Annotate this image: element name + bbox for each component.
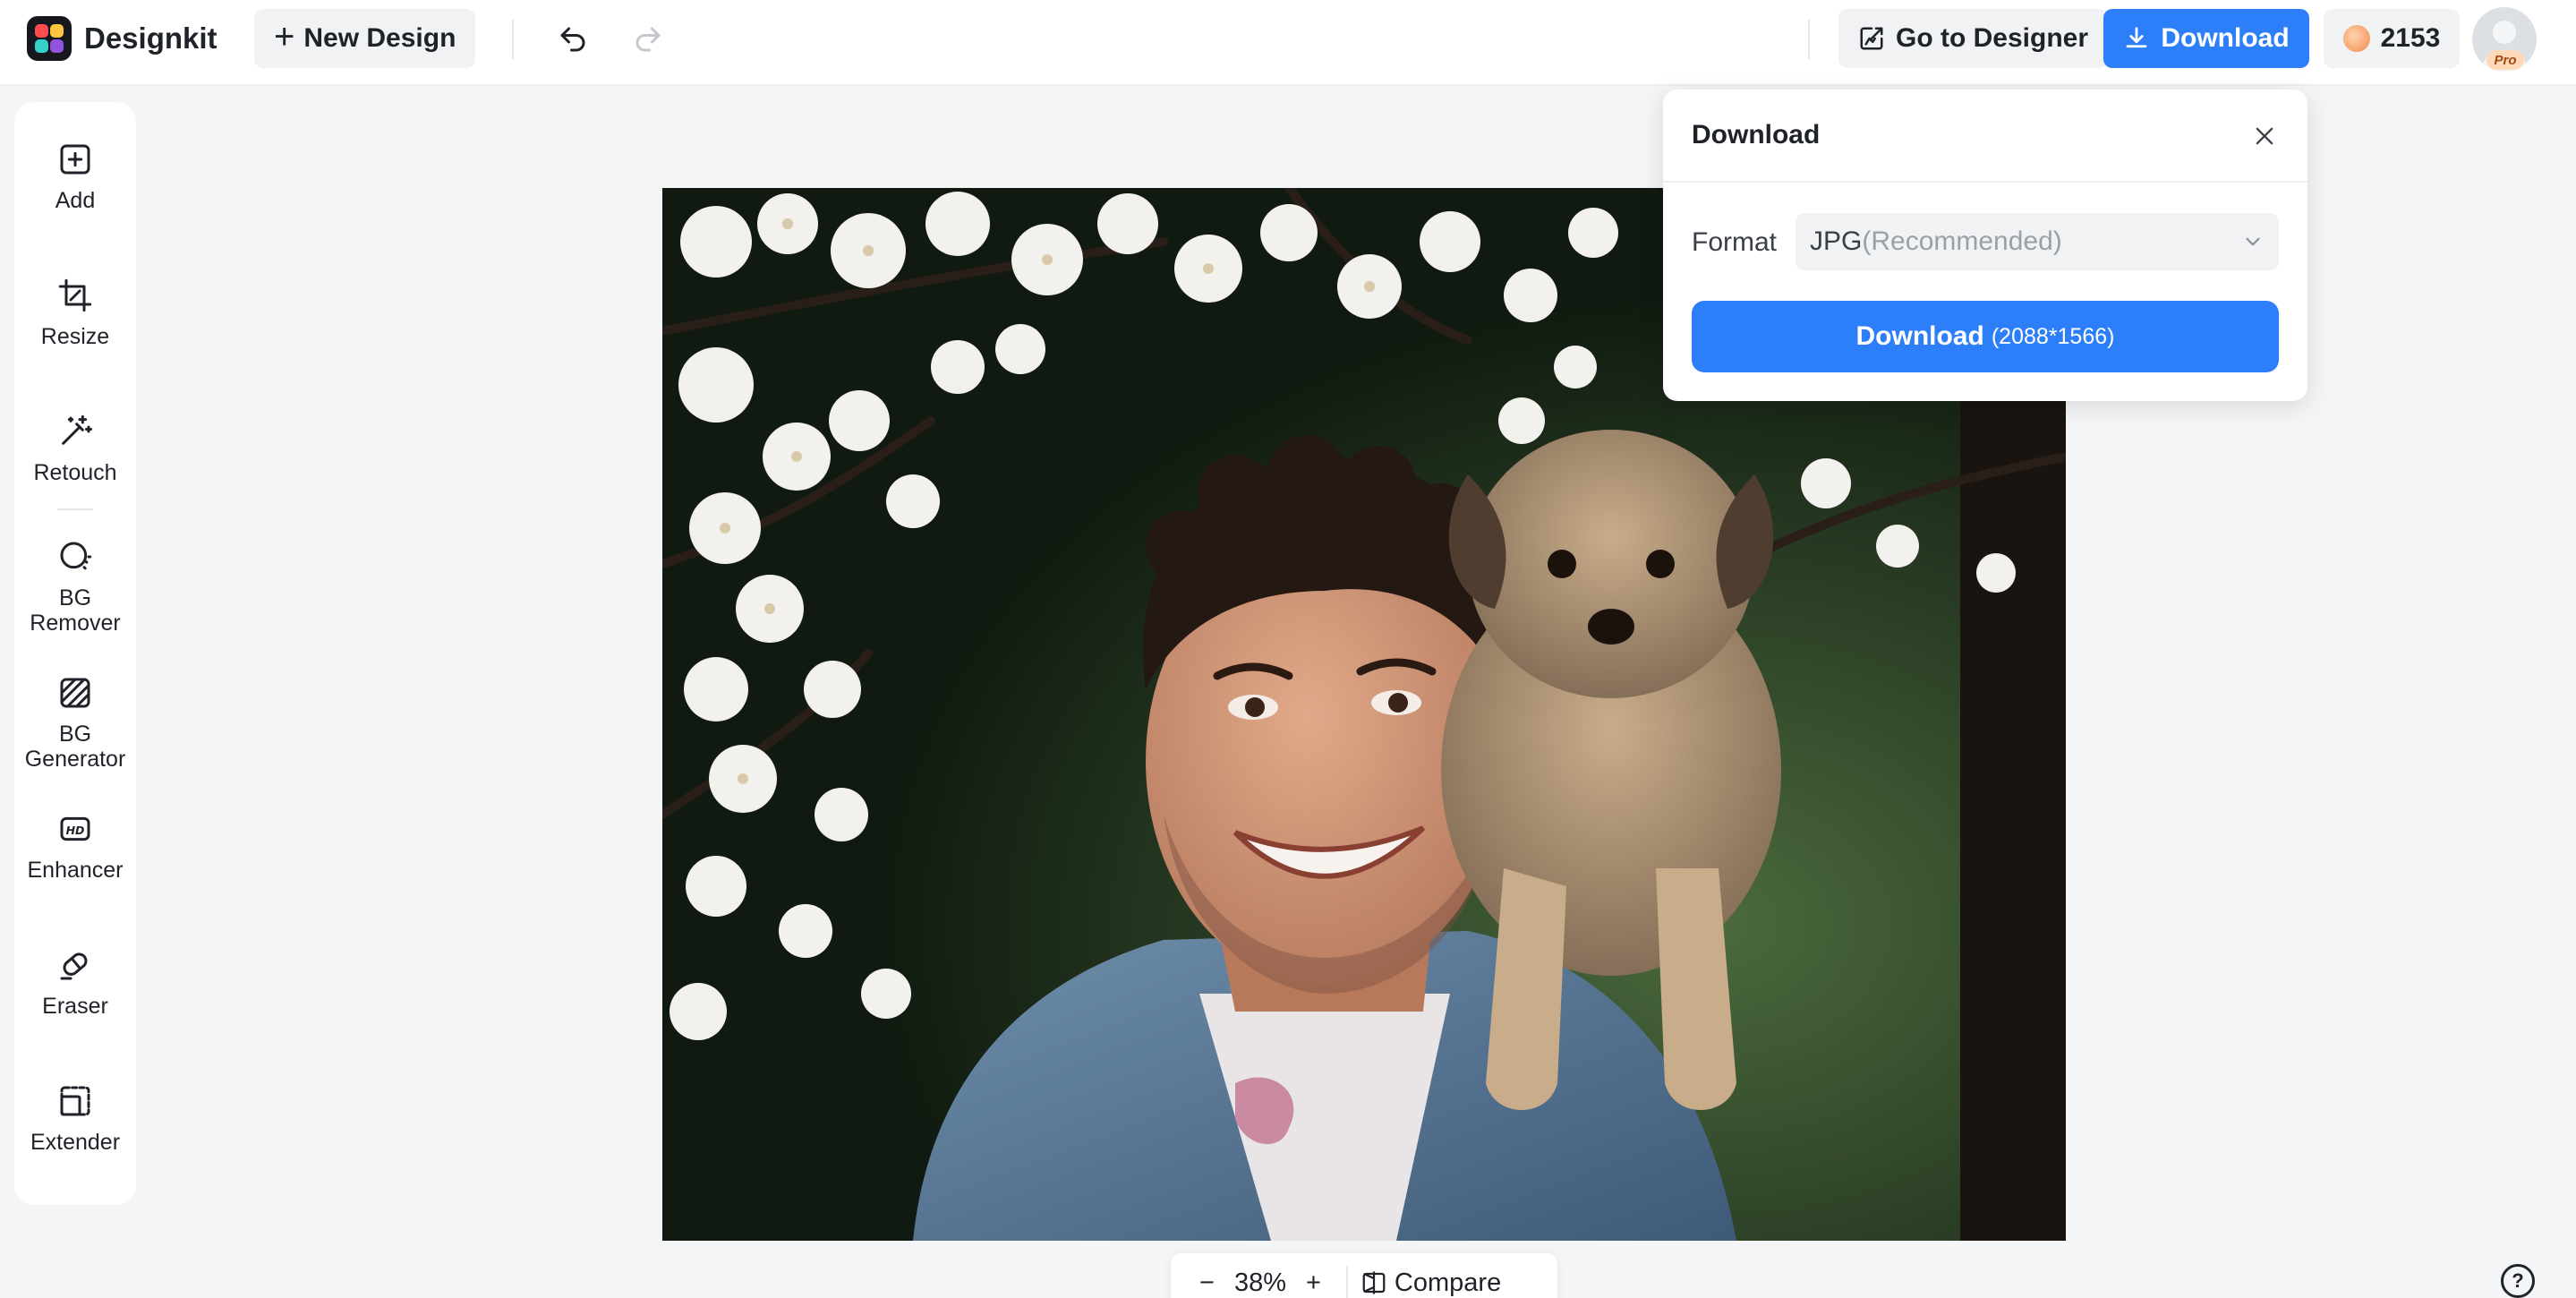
download-panel-title: Download <box>1692 120 1821 149</box>
format-select[interactable]: JPG (Recommended) <box>1796 213 2279 270</box>
zoom-level: 38% <box>1233 1268 1286 1297</box>
tool-divider <box>57 508 93 510</box>
tool-add[interactable]: Add <box>14 140 136 213</box>
plus-icon: + <box>274 16 295 56</box>
divider <box>512 20 514 59</box>
new-design-button[interactable]: + New Design <box>254 9 476 68</box>
go-to-designer-button[interactable]: Go to Designer <box>1838 9 2109 68</box>
zoom-bar: − 38% + Compare <box>1171 1253 1557 1298</box>
compare-icon <box>1362 1271 1386 1294</box>
download-panel: Download Format JPG (Recommended) Downlo… <box>1663 90 2307 401</box>
tool-label: Eraser <box>42 994 108 1019</box>
hd-icon: HD <box>55 809 95 849</box>
crop-icon <box>55 276 95 315</box>
bg-remover-icon <box>55 537 95 576</box>
compare-button[interactable]: Compare <box>1361 1268 1501 1298</box>
download-dimensions: (2088*1566) <box>1991 323 2115 349</box>
tool-label: Add <box>55 188 96 213</box>
format-hint: (Recommended) <box>1862 226 2062 256</box>
tool-retouch[interactable]: Retouch <box>14 412 136 485</box>
undo-button[interactable] <box>551 18 594 61</box>
tool-label: Enhancer <box>27 858 124 883</box>
credits-counter[interactable]: 2153 <box>2324 9 2460 68</box>
zoom-out-button[interactable]: − <box>1187 1268 1227 1298</box>
tool-enhancer[interactable]: HD Enhancer <box>14 809 136 883</box>
tool-resize[interactable]: Resize <box>14 276 136 349</box>
redo-icon <box>635 27 661 52</box>
extender-icon <box>55 1081 95 1121</box>
tool-label: Resize <box>40 324 110 349</box>
tool-label: BG Generator <box>24 722 126 772</box>
tool-label: Retouch <box>33 460 117 485</box>
redo-button[interactable] <box>627 18 670 61</box>
zoom-in-button[interactable]: + <box>1293 1268 1334 1298</box>
designer-icon <box>1860 27 1883 50</box>
chevron-down-icon <box>2246 237 2260 246</box>
download-label: Download <box>2161 23 2290 53</box>
confirm-download-label: Download <box>1855 321 1984 351</box>
confirm-download-button[interactable]: Download (2088*1566) <box>1692 301 2279 372</box>
download-button[interactable]: Download <box>2103 9 2309 68</box>
tool-extender[interactable]: Extender <box>14 1081 136 1155</box>
add-square-icon <box>55 140 95 179</box>
compare-label: Compare <box>1394 1268 1502 1297</box>
tool-label: Extender <box>30 1130 121 1155</box>
go-to-designer-label: Go to Designer <box>1896 23 2089 53</box>
divider <box>1345 1267 1348 1298</box>
app-name: Designkit <box>84 21 218 55</box>
close-icon <box>2256 127 2273 145</box>
svg-text:HD: HD <box>66 824 85 837</box>
download-panel-header: Download <box>1663 90 2307 183</box>
tool-bg-generator[interactable]: BG Generator <box>14 673 136 772</box>
top-bar: Designkit + New Design Go to Designer Do… <box>0 0 2576 86</box>
tool-label: BG Remover <box>30 585 121 636</box>
app-logo[interactable]: Designkit <box>27 16 218 61</box>
new-design-label: New Design <box>303 23 456 53</box>
magic-wand-icon <box>55 412 95 451</box>
bg-generator-icon <box>55 673 95 713</box>
format-label: Format <box>1692 227 1778 257</box>
eraser-icon <box>55 945 95 985</box>
divider <box>1808 20 1810 59</box>
format-value: JPG <box>1810 226 1863 256</box>
close-button[interactable] <box>2248 120 2281 152</box>
pro-badge: Pro <box>2486 50 2524 70</box>
coin-icon <box>2342 25 2370 52</box>
designkit-logo-icon <box>27 16 72 61</box>
tool-bg-remover[interactable]: BG Remover <box>14 537 136 636</box>
tool-eraser[interactable]: Eraser <box>14 945 136 1019</box>
credits-value: 2153 <box>2380 23 2441 53</box>
download-icon <box>2126 27 2147 48</box>
tool-sidebar: Add Resize Retouch BG Remover BG Generat… <box>14 102 136 1205</box>
help-button[interactable]: ? <box>2501 1264 2535 1298</box>
undo-icon <box>560 27 585 52</box>
